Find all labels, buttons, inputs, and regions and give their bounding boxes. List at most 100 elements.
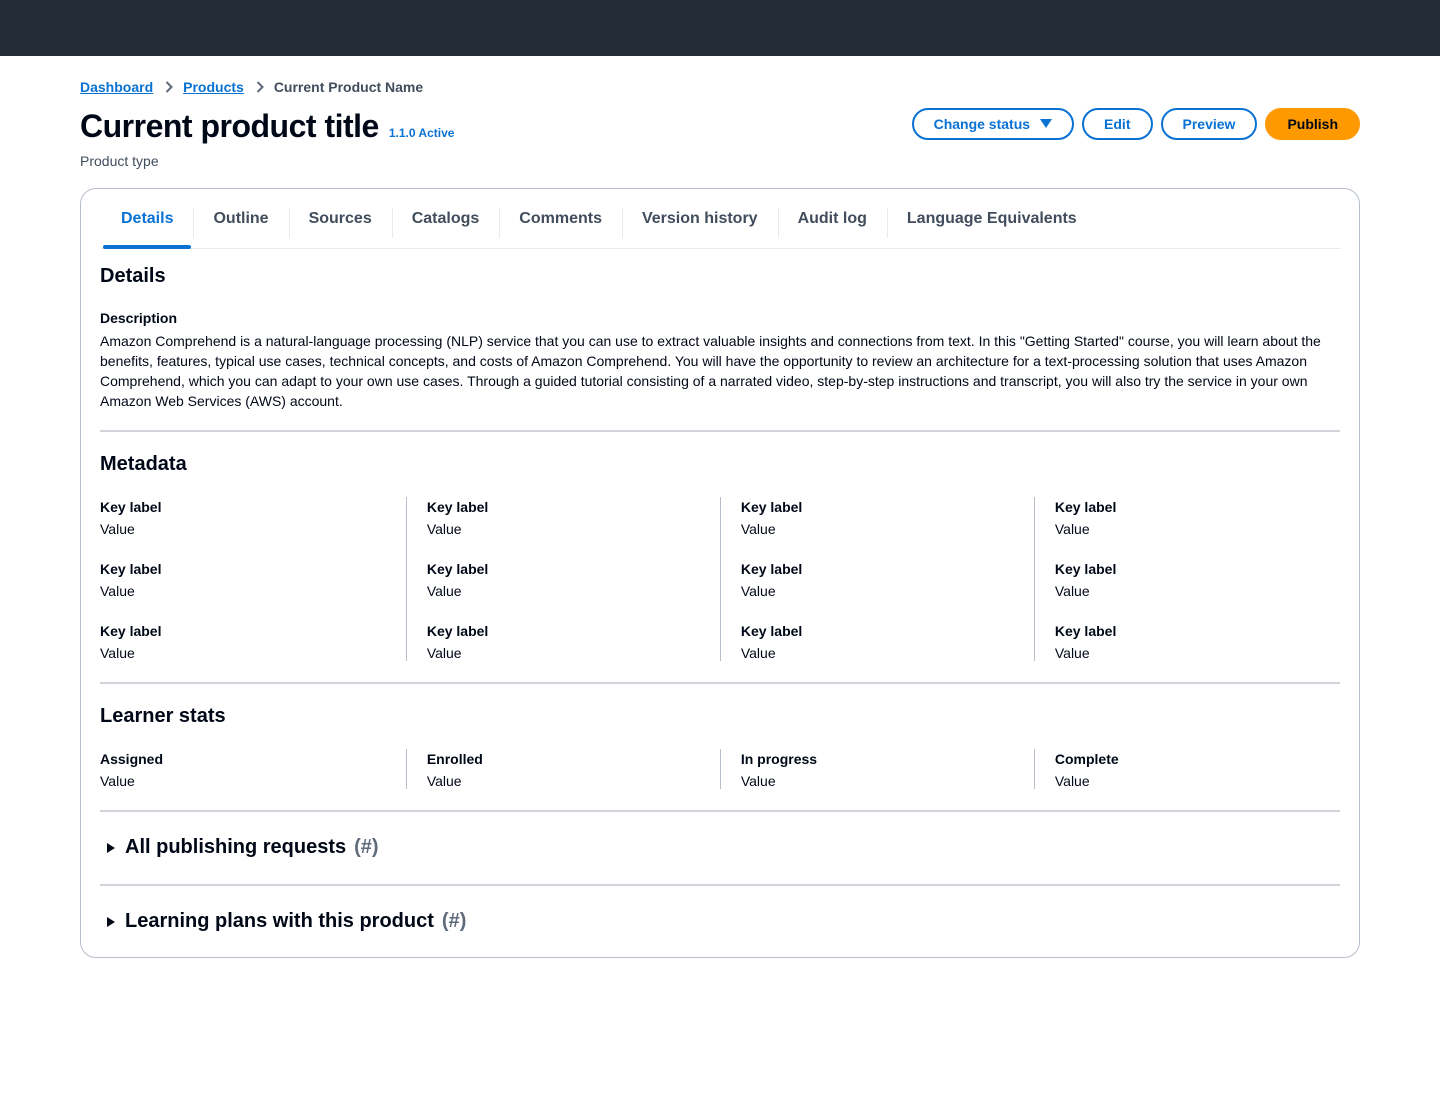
tab-catalogs[interactable]: Catalogs — [391, 189, 500, 248]
section-divider — [100, 810, 1340, 812]
page-title: Current product title — [80, 108, 379, 144]
metadata-pair: Key label Value — [100, 559, 386, 621]
learner-stat: Enrolled Value — [405, 749, 720, 789]
learning-plans-expander[interactable]: Learning plans with this product (#) — [107, 910, 466, 933]
metadata-pair: Key label Value — [427, 559, 700, 621]
key-label: Key label — [740, 499, 803, 515]
stat-pair: Complete Value — [1055, 749, 1320, 789]
value: Value — [1054, 583, 1090, 599]
stat-pair: In progress Value — [741, 749, 1014, 789]
value: Value — [426, 583, 462, 599]
stat-value: Value — [100, 773, 135, 789]
section-divider — [100, 884, 1340, 886]
version-status-badge: 1.1.0 Active — [388, 126, 455, 140]
key-label: Key label — [1054, 499, 1117, 515]
top-navigation-bar — [0, 0, 1440, 56]
stat-label-assigned: Assigned — [100, 751, 164, 767]
stat-value: Value — [426, 773, 462, 789]
change-status-button[interactable]: Change status — [911, 108, 1075, 140]
chevron-right-icon — [256, 81, 264, 93]
tab-sources[interactable]: Sources — [288, 189, 392, 248]
tab-comments[interactable]: Comments — [499, 189, 622, 248]
tab-version-history[interactable]: Version history — [621, 189, 778, 248]
key-label: Key label — [740, 623, 803, 639]
details-heading: Details — [100, 265, 166, 287]
value: Value — [740, 583, 776, 599]
value: Value — [740, 521, 776, 537]
breadcrumb-link-dashboard[interactable]: Dashboard — [80, 79, 153, 95]
key-label: Key label — [100, 561, 162, 577]
key-label: Key label — [100, 499, 162, 515]
tab-language-equivalents[interactable]: Language Equivalents — [886, 189, 1097, 248]
expander-count: (#) — [441, 910, 467, 932]
section-divider — [100, 430, 1340, 432]
metadata-column: Key label Value Key label Value Key label V… — [100, 497, 406, 661]
metadata-column: Key label Value Key label Value Key label V… — [1033, 497, 1340, 661]
value: Value — [100, 645, 135, 661]
stat-label-enrolled: Enrolled — [426, 751, 483, 767]
learner-stat: In progress Value — [719, 749, 1034, 789]
preview-button[interactable]: Preview — [1160, 108, 1258, 140]
metadata-pair: Key label Value — [1055, 559, 1320, 621]
metadata-pair: Key label Value — [1055, 497, 1320, 559]
value: Value — [740, 645, 776, 661]
metadata-pair: Key label Value — [741, 559, 1014, 621]
stat-value: Value — [1054, 773, 1090, 789]
metadata-heading: Metadata — [100, 453, 187, 475]
metadata-pair: Key label Value — [100, 497, 386, 559]
stat-pair: Enrolled Value — [427, 749, 700, 789]
learner-stats-heading: Learner stats — [100, 705, 226, 727]
caret-right-icon — [107, 842, 115, 853]
stat-value: Value — [740, 773, 776, 789]
key-label: Key label — [100, 623, 162, 639]
breadcrumb-current: Current Product Name — [273, 79, 424, 95]
publish-button[interactable]: Publish — [1265, 108, 1360, 140]
publishing-requests-expander[interactable]: All publishing requests (#) — [107, 836, 379, 859]
value: Value — [100, 521, 135, 537]
stat-label-in-progress: In progress — [740, 751, 818, 767]
key-label: Key label — [1054, 623, 1117, 639]
description-text: Amazon Comprehend is a natural-language … — [100, 333, 1321, 409]
key-label: Key label — [426, 623, 489, 639]
chevron-right-icon — [165, 81, 174, 93]
description-label: Description — [100, 310, 178, 326]
stat-label-complete: Complete — [1054, 751, 1119, 767]
value: Value — [100, 583, 135, 599]
expander-count: (#) — [354, 836, 379, 858]
metadata-pair: Key label Value — [427, 497, 700, 559]
value: Value — [1054, 521, 1090, 537]
learner-stat: Complete Value — [1033, 749, 1340, 789]
expander-label: Learning plans with this product — [125, 910, 434, 932]
key-label: Key label — [740, 561, 803, 577]
metadata-column: Key label Value Key label Value Key label V… — [405, 497, 720, 661]
expander-label: All publishing requests — [125, 836, 347, 858]
value: Value — [1054, 645, 1090, 661]
product-type: Product type — [80, 153, 159, 169]
metadata-pair: Key label Value — [741, 621, 1014, 661]
metadata-grid: Key label Value Key label Value Key label V… — [100, 497, 1340, 661]
stat-pair: Assigned Value — [100, 749, 386, 789]
value: Value — [426, 645, 462, 661]
edit-button[interactable]: Edit — [1082, 108, 1153, 140]
tab-details[interactable]: Details — [101, 189, 193, 249]
metadata-column: Key label Value Key label Value Key label V… — [719, 497, 1034, 661]
header-actions: Change status Edit Preview Publish — [911, 108, 1360, 140]
key-label: Key label — [1054, 561, 1117, 577]
caret-right-icon — [107, 916, 115, 927]
metadata-pair: Key label Value — [741, 497, 1014, 559]
change-status-label: Change status — [933, 116, 1031, 132]
learner-stat: Assigned Value — [100, 749, 406, 789]
metadata-pair: Key label Value — [100, 621, 386, 661]
product-detail-container: Details Outline Sources Catalogs Comment… — [80, 188, 1360, 958]
caret-down-icon — [1040, 119, 1053, 129]
page-header: Current product title 1.1.0 Active — [80, 108, 454, 145]
tab-audit-log[interactable]: Audit log — [777, 189, 887, 248]
breadcrumb: Dashboard Products Current Product Name — [80, 77, 423, 97]
tab-outline[interactable]: Outline — [193, 189, 288, 248]
value: Value — [426, 521, 462, 537]
breadcrumb-link-products[interactable]: Products — [183, 79, 244, 95]
section-divider — [100, 682, 1340, 684]
metadata-pair: Key label Value — [427, 621, 700, 661]
key-label: Key label — [426, 561, 489, 577]
learner-stats-grid: Assigned Value Enrolled Value In progress V… — [100, 749, 1340, 789]
